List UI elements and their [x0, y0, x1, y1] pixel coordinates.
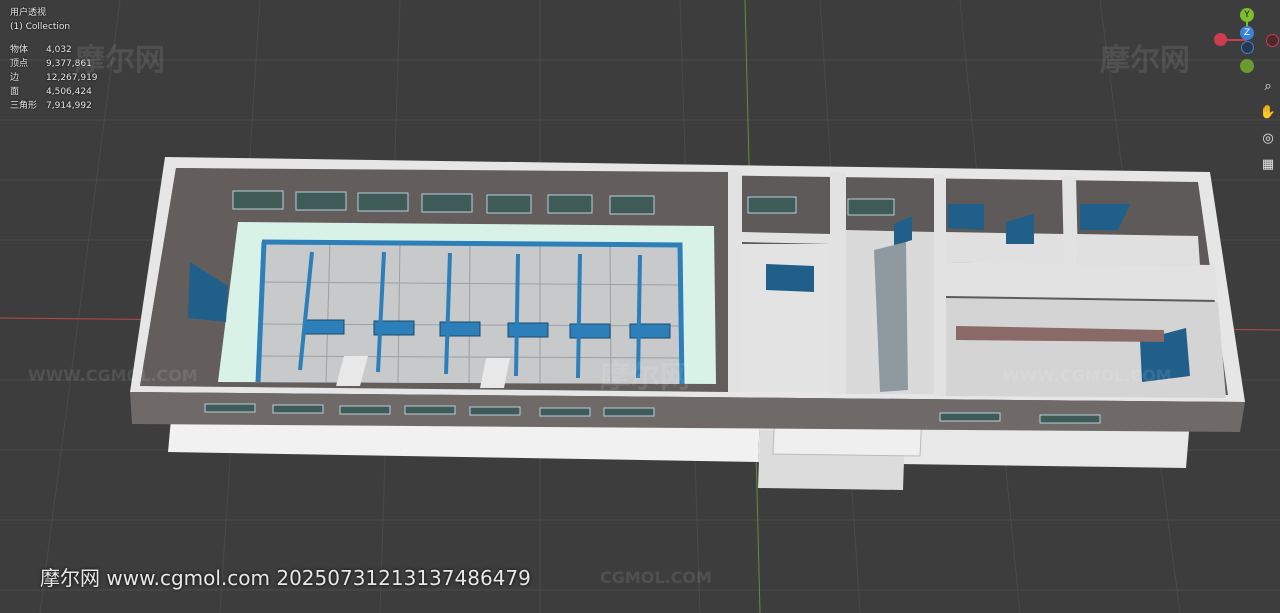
gizmo-neg-y[interactable]: [1241, 41, 1254, 54]
stat-row-vertices: 顶点 9,377,861: [10, 59, 92, 69]
hand-icon[interactable]: ✋: [1258, 102, 1278, 122]
viewport-nav-tools: ⌕ ✋ ◎ ▦: [1258, 76, 1278, 180]
pump-hall-floor: [256, 240, 680, 384]
zoom-icon[interactable]: ⌕: [1258, 76, 1278, 96]
footer-watermark: 摩尔网 www.cgmol.com 20250731213137486479: [40, 566, 531, 590]
stat-row-triangles: 三角形 7,914,992: [10, 101, 92, 111]
collection-label: (1) Collection: [10, 22, 71, 32]
grid-icon[interactable]: ▦: [1258, 154, 1278, 174]
room-d-floor: [946, 232, 1064, 264]
gizmo-x-axis[interactable]: [1214, 33, 1227, 46]
gizmo-neg-x[interactable]: [1266, 34, 1279, 47]
gizmo-z-axis[interactable]: Z: [1240, 26, 1254, 40]
scene-statistics: 物体 4,032 顶点 9,377,861 边 12,267,919 面 4,506,4…: [10, 44, 116, 114]
stat-row-edges: 边 12,267,919: [10, 73, 98, 83]
view-title: 用户透视: [10, 8, 47, 18]
gizmo-y-axis[interactable]: Y: [1240, 8, 1254, 22]
building-model: [0, 0, 1280, 613]
cabinet-row: [874, 242, 908, 392]
stat-row-objects: 物体 4,032: [10, 45, 72, 55]
gizmo-neg-z[interactable]: [1240, 59, 1254, 73]
stat-row-faces: 面 4,506,424: [10, 87, 92, 97]
3d-viewport[interactable]: 摩尔网 摩尔网 摩尔网 WWW.CGMOL.COM WWW.CGMOL.COM …: [0, 0, 1280, 613]
room-e-floor: [1076, 234, 1200, 266]
camera-icon[interactable]: ◎: [1258, 128, 1278, 148]
navigation-gizmo[interactable]: Y Z: [1200, 0, 1280, 80]
